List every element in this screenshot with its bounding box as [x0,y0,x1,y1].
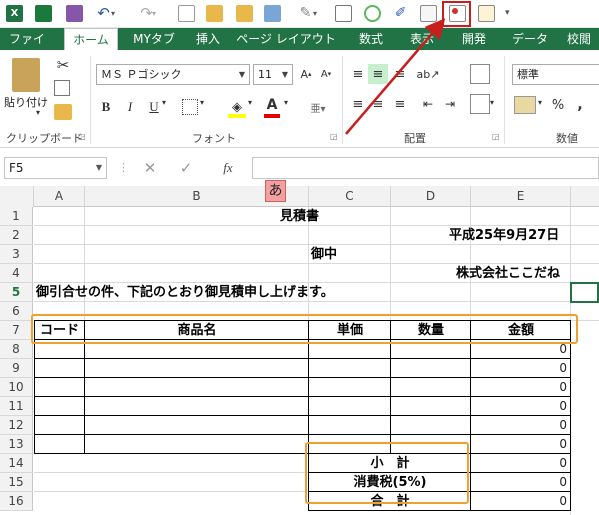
annotation-arrow [345,18,446,135]
